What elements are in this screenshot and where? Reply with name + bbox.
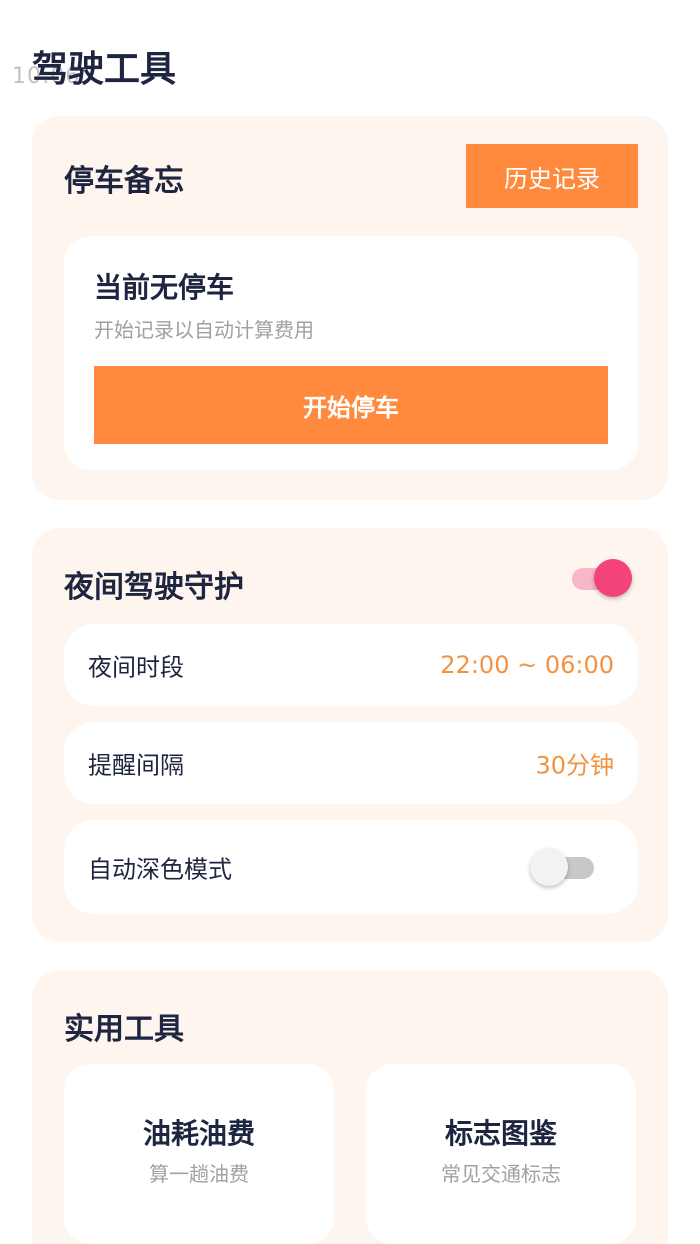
reminder-interval-label: 提醒间隔 bbox=[88, 751, 184, 780]
parking-status-subtitle: 开始记录以自动计算费用 bbox=[94, 318, 314, 342]
start-parking-button[interactable]: 开始停车 bbox=[94, 366, 608, 444]
parking-memo-card: 停车备忘 历史记录 当前无停车 开始记录以自动计算费用 开始停车 bbox=[32, 116, 668, 500]
night-period-value: 22:00 ~ 06:00 bbox=[440, 651, 614, 679]
tools-card: 实用工具 油耗油费 算一趟油费 标志图鉴 常见交通标志 bbox=[32, 970, 668, 1244]
auto-dark-mode-label: 自动深色模式 bbox=[88, 855, 232, 884]
traffic-signs-subtitle: 常见交通标志 bbox=[441, 1162, 561, 1186]
reminder-interval-row[interactable]: 提醒间隔 30分钟 bbox=[64, 722, 638, 804]
fuel-cost-subtitle: 算一趟油费 bbox=[149, 1162, 249, 1186]
toggle-knob bbox=[530, 848, 568, 886]
fuel-cost-title: 油耗油费 bbox=[142, 1117, 255, 1150]
toggle-knob bbox=[594, 559, 632, 597]
night-driving-toggle[interactable] bbox=[568, 558, 632, 598]
tools-title: 实用工具 bbox=[64, 1012, 184, 1047]
traffic-signs-tool[interactable]: 标志图鉴 常见交通标志 bbox=[366, 1064, 636, 1244]
reminder-interval-value: 30分钟 bbox=[535, 751, 614, 780]
page-title: 驾驶工具 bbox=[32, 49, 177, 90]
auto-dark-mode-row: 自动深色模式 bbox=[64, 820, 638, 914]
parking-memo-title: 停车备忘 bbox=[64, 164, 184, 199]
parking-status-panel: 当前无停车 开始记录以自动计算费用 开始停车 bbox=[64, 236, 638, 470]
parking-status-title: 当前无停车 bbox=[94, 271, 235, 304]
traffic-signs-title: 标志图鉴 bbox=[444, 1117, 557, 1150]
night-period-row[interactable]: 夜间时段 22:00 ~ 06:00 bbox=[64, 624, 638, 706]
night-driving-title: 夜间驾驶守护 bbox=[64, 570, 244, 605]
driving-tools-page: 10:06 驾驶工具 停车备忘 历史记录 当前无停车 开始记录以自动计算费用 开… bbox=[0, 0, 700, 1244]
fuel-cost-tool[interactable]: 油耗油费 算一趟油费 bbox=[64, 1064, 334, 1244]
night-period-label: 夜间时段 bbox=[88, 653, 184, 682]
night-driving-card: 夜间驾驶守护 夜间时段 22:00 ~ 06:00 提醒间隔 30分钟 自动深色… bbox=[32, 528, 668, 942]
auto-dark-mode-toggle[interactable] bbox=[530, 847, 594, 887]
history-button[interactable]: 历史记录 bbox=[466, 144, 638, 208]
